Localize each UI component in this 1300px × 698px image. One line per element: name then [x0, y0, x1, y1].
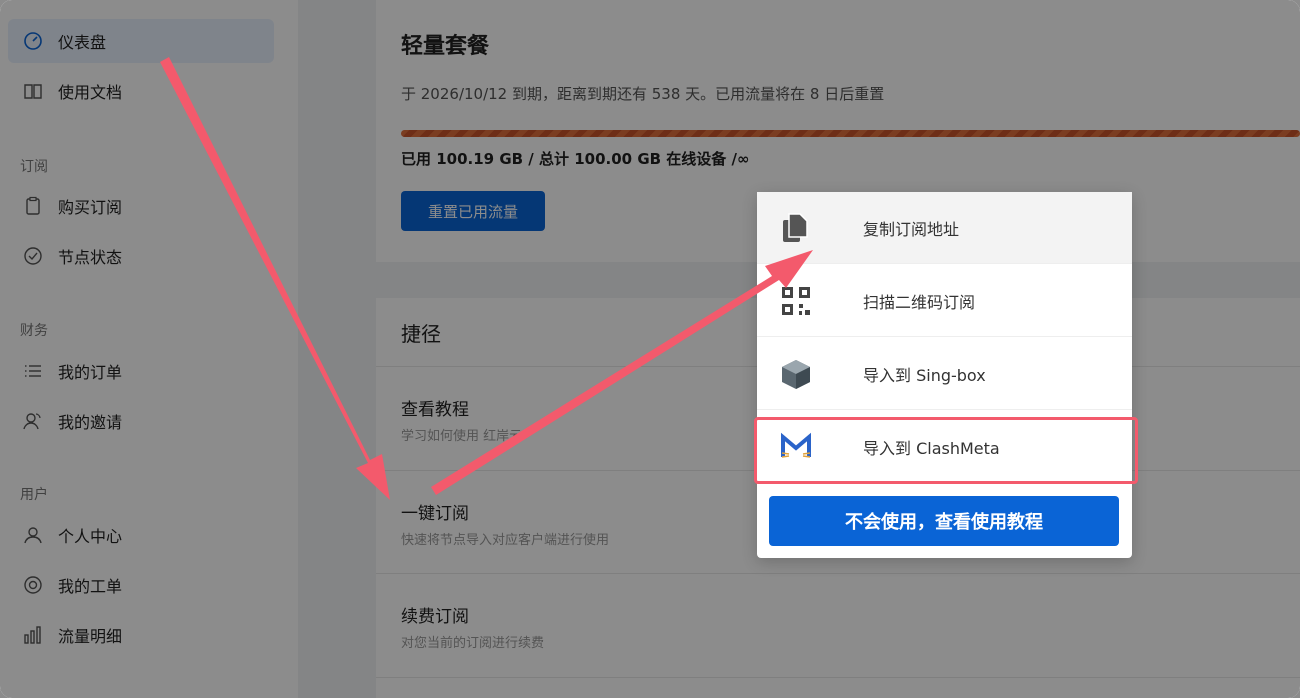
singbox-icon	[779, 357, 813, 391]
menu-item-import-singbox[interactable]: 导入到 Sing-box	[757, 338, 1132, 410]
qrcode-icon	[779, 284, 813, 318]
menu-item-label: 复制订阅地址	[863, 219, 960, 239]
menu-item-copy-subscription[interactable]: 复制订阅地址	[757, 192, 1132, 264]
menu-item-qrcode[interactable]: 扫描二维码订阅	[757, 265, 1132, 337]
annotation-highlight-box	[754, 417, 1138, 484]
view-tutorial-button[interactable]: 不会使用，查看使用教程	[769, 496, 1119, 546]
subscribe-menu: 复制订阅地址 扫描二维码订阅 导入到 Sing-box 导入到 ClashMet…	[757, 192, 1132, 558]
menu-item-label: 扫描二维码订阅	[863, 292, 976, 312]
menu-item-label: 导入到 Sing-box	[863, 365, 986, 385]
copy-icon	[779, 211, 813, 245]
